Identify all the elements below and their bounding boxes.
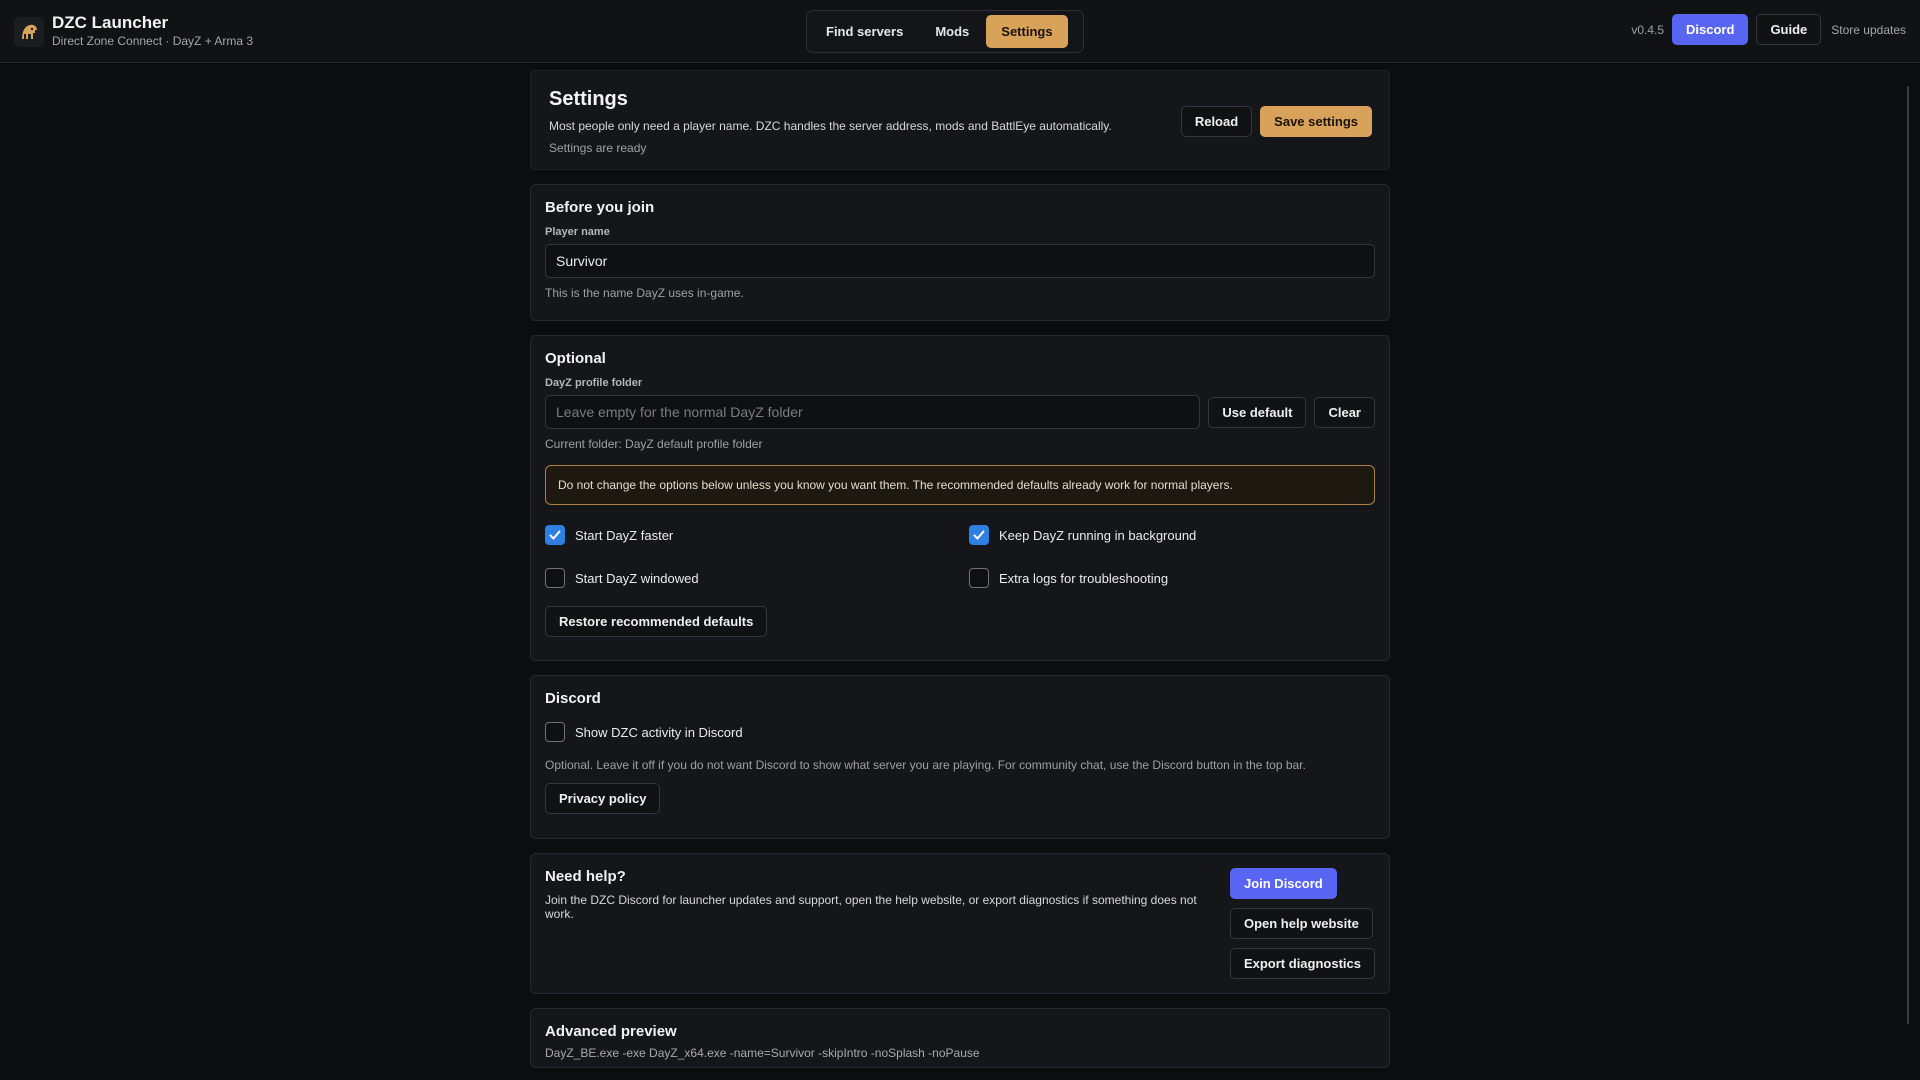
option-discord-activity[interactable]: Show DZC activity in Discord [545, 722, 1375, 742]
launch-command-preview: DayZ_BE.exe -exe DayZ_x64.exe -name=Surv… [545, 1046, 980, 1060]
option-label: Start DayZ faster [575, 527, 674, 543]
player-name-label: Player name [545, 226, 610, 238]
profile-folder-label: DayZ profile folder [545, 377, 643, 389]
discord-button[interactable]: Discord [1672, 14, 1749, 45]
need-help-card: Need help? Join the DZC Discord for laun… [530, 853, 1390, 994]
options-grid: Start DayZ faster Keep DayZ running in b… [545, 525, 1375, 588]
current-folder-text: Current folder: DayZ default profile fol… [545, 437, 763, 451]
top-right-actions: v0.4.5 Discord Guide Store updates [1631, 14, 1906, 45]
help-description: Join the DZC Discord for launcher update… [545, 893, 1197, 921]
app-logo-icon [14, 16, 44, 47]
settings-header: Settings Most people only need a player … [530, 70, 1390, 170]
option-label: Show DZC activity in Discord [575, 724, 743, 740]
open-help-website-button[interactable]: Open help website [1229, 908, 1373, 939]
brand: DZC Launcher Direct Zone Connect · DayZ … [14, 14, 253, 49]
main-tabs: Find servers Mods Settings [806, 10, 1084, 53]
save-settings-button[interactable]: Save settings [1260, 106, 1372, 137]
player-name-hint: This is the name DayZ uses in-game. [545, 286, 744, 300]
option-label: Extra logs for troubleshooting [999, 570, 1169, 586]
reload-button[interactable]: Reload [1180, 106, 1253, 137]
advanced-preview-card: Advanced preview DayZ_BE.exe -exe DayZ_x… [530, 1008, 1390, 1068]
option-windowed[interactable]: Start DayZ windowed [545, 568, 969, 588]
section-title: Advanced preview [545, 1023, 677, 1040]
tab-find-servers[interactable]: Find servers [811, 15, 918, 48]
checkbox-checked-icon[interactable] [969, 525, 989, 545]
header-actions: Reload Save settings [1180, 106, 1372, 137]
option-extra-logs[interactable]: Extra logs for troubleshooting [969, 568, 1375, 588]
app-title: DZC Launcher [52, 13, 169, 32]
clear-button[interactable]: Clear [1314, 396, 1375, 428]
option-label: Start DayZ windowed [575, 570, 699, 586]
version-label: v0.4.5 [1631, 22, 1665, 37]
discord-description: Optional. Leave it off if you do not wan… [545, 758, 1306, 772]
settings-page: Settings Most people only need a player … [530, 70, 1390, 1068]
join-discord-button[interactable]: Join Discord [1229, 868, 1337, 899]
settings-status: Settings are ready [549, 141, 647, 155]
warning-banner: Do not change the options below unless y… [545, 465, 1375, 505]
store-updates-link[interactable]: Store updates [1831, 23, 1906, 37]
before-you-join-card: Before you join Player name This is the … [530, 184, 1390, 321]
top-bar: DZC Launcher Direct Zone Connect · DayZ … [0, 0, 1920, 63]
tab-settings[interactable]: Settings [986, 15, 1068, 48]
option-keep-running[interactable]: Keep DayZ running in background [969, 525, 1375, 545]
privacy-policy-button[interactable]: Privacy policy [545, 783, 661, 814]
option-label: Keep DayZ running in background [999, 527, 1197, 543]
checkbox-checked-icon[interactable] [545, 525, 565, 545]
export-diagnostics-button[interactable]: Export diagnostics [1229, 948, 1375, 979]
restore-defaults-button[interactable]: Restore recommended defaults [545, 606, 768, 637]
scrollbar[interactable] [1907, 86, 1909, 1024]
profile-folder-row: Use default Clear [545, 395, 1375, 429]
checkbox-unchecked-icon[interactable] [969, 568, 989, 588]
checkbox-unchecked-icon[interactable] [545, 568, 565, 588]
guide-button[interactable]: Guide [1756, 14, 1822, 45]
section-title: Discord [545, 690, 601, 707]
use-default-button[interactable]: Use default [1208, 396, 1307, 428]
profile-folder-input[interactable] [545, 395, 1201, 429]
tab-mods[interactable]: Mods [920, 15, 984, 48]
optional-card: Optional DayZ profile folder Use default… [530, 335, 1390, 661]
checkbox-unchecked-icon[interactable] [545, 722, 565, 742]
option-start-faster[interactable]: Start DayZ faster [545, 525, 969, 545]
app-subtitle: Direct Zone Connect · DayZ + Arma 3 [52, 34, 254, 48]
discord-card: Discord Show DZC activity in Discord Opt… [530, 675, 1390, 839]
help-actions: Join Discord Open help website Export di… [1229, 868, 1375, 979]
player-name-input[interactable] [545, 244, 1375, 278]
section-title: Before you join [545, 199, 655, 216]
section-title: Optional [545, 350, 606, 367]
